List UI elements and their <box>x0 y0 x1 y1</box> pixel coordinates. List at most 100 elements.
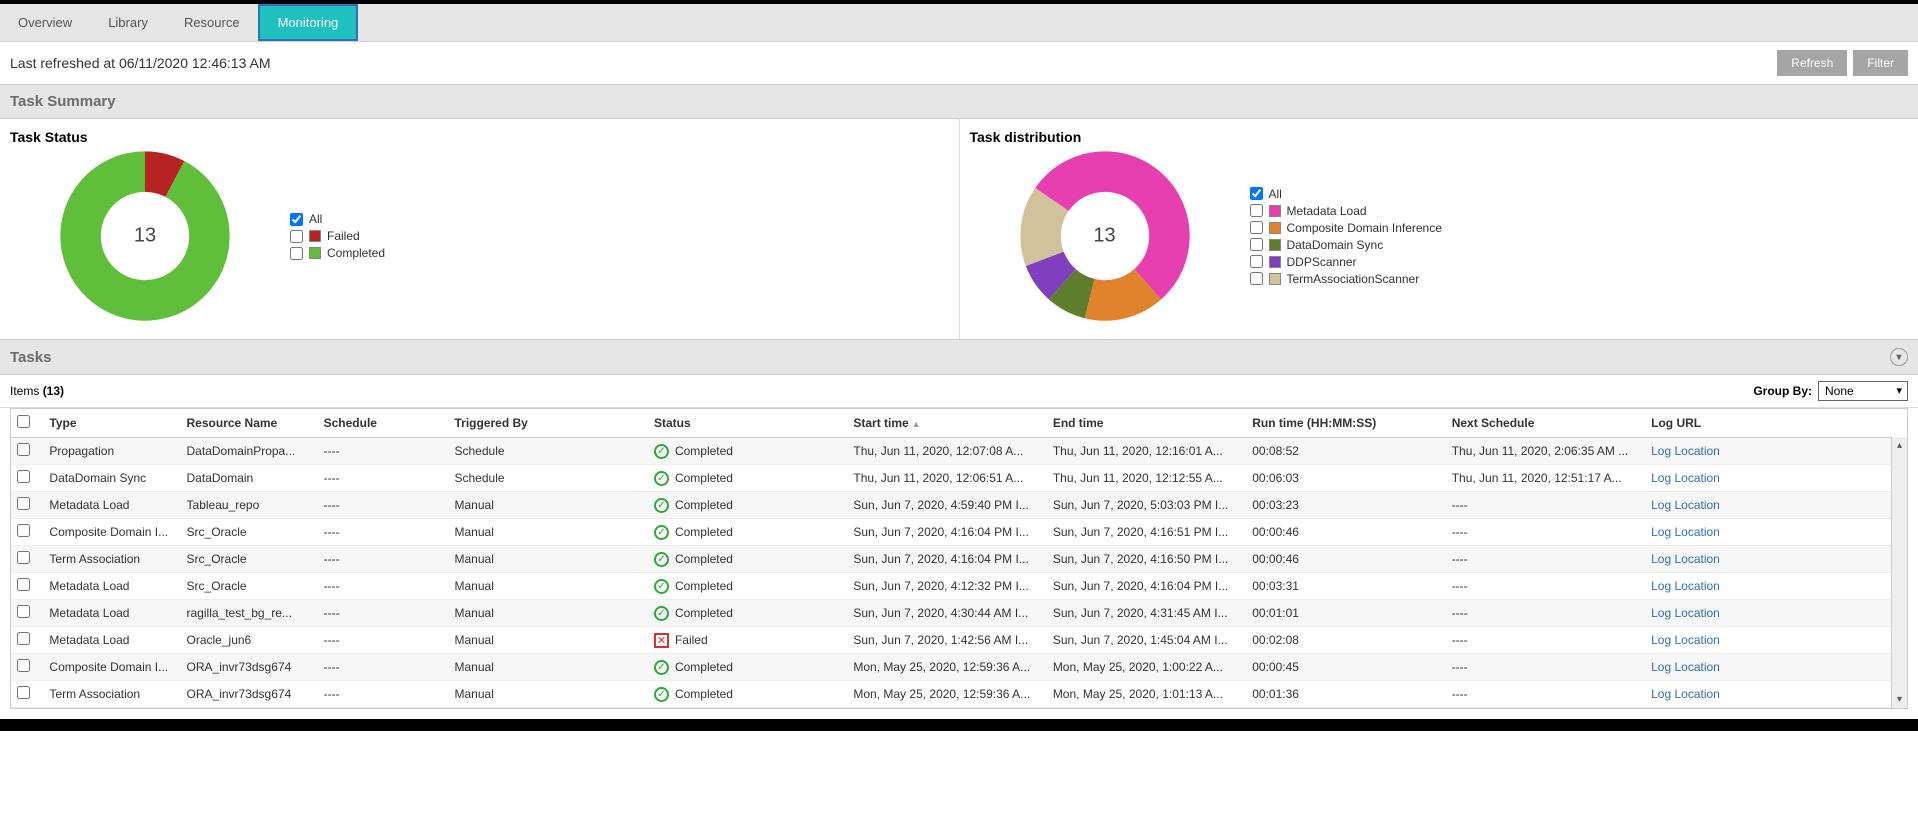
legend-item[interactable]: Composite Domain Inference <box>1250 221 1442 235</box>
cell-end: Thu, Jun 11, 2020, 12:16:01 A... <box>1047 438 1246 465</box>
legend-checkbox[interactable] <box>290 247 303 260</box>
row-checkbox[interactable] <box>17 524 30 537</box>
cell-triggered: Manual <box>449 546 648 573</box>
table-row[interactable]: Composite Domain I...ORA_invr73dsg674---… <box>11 654 1907 681</box>
filter-button[interactable]: Filter <box>1853 50 1908 76</box>
column-header[interactable]: Triggered By <box>449 409 648 438</box>
column-header[interactable]: Run time (HH:MM:SS) <box>1246 409 1445 438</box>
legend-item[interactable]: DDPScanner <box>1250 255 1442 269</box>
cell-status: ✕Failed <box>648 627 847 654</box>
cell-next: ---- <box>1446 627 1645 654</box>
log-location-link[interactable]: Log Location <box>1651 471 1720 485</box>
group-by-select[interactable]: None <box>1818 381 1908 401</box>
cell-schedule: ---- <box>318 546 449 573</box>
legend-checkbox[interactable] <box>1250 238 1263 251</box>
log-location-link[interactable]: Log Location <box>1651 606 1720 620</box>
legend-label: Completed <box>327 246 385 260</box>
cell-runtime: 00:03:31 <box>1246 573 1445 600</box>
table-scrollbar[interactable]: ▴ ▾ <box>1891 437 1907 708</box>
legend-all-checkbox[interactable] <box>290 213 303 226</box>
column-header[interactable] <box>11 409 43 438</box>
cell-schedule: ---- <box>318 492 449 519</box>
log-location-link[interactable]: Log Location <box>1651 444 1720 458</box>
column-header[interactable]: Type <box>43 409 180 438</box>
status-completed-icon: ✓ <box>654 471 669 486</box>
items-count: Items (13) <box>10 384 64 398</box>
table-row[interactable]: Metadata LoadOracle_jun6----Manual✕Faile… <box>11 627 1907 654</box>
table-row[interactable]: Term AssociationSrc_Oracle----Manual✓Com… <box>11 546 1907 573</box>
cell-runtime: 00:00:46 <box>1246 546 1445 573</box>
row-checkbox[interactable] <box>17 632 30 645</box>
row-checkbox[interactable] <box>17 470 30 483</box>
log-location-link[interactable]: Log Location <box>1651 633 1720 647</box>
tab-monitoring[interactable]: Monitoring <box>258 4 359 41</box>
log-location-link[interactable]: Log Location <box>1651 687 1720 701</box>
column-header[interactable]: Schedule <box>318 409 449 438</box>
window-bottom-border <box>0 719 1918 731</box>
cell-status: ✓Completed <box>648 519 847 546</box>
table-row[interactable]: Metadata Loadragilla_test_bg_re...----Ma… <box>11 600 1907 627</box>
table-body: PropagationDataDomainPropa...----Schedul… <box>11 438 1907 708</box>
row-checkbox[interactable] <box>17 686 30 699</box>
refresh-row: Last refreshed at 06/11/2020 12:46:13 AM… <box>0 42 1918 84</box>
log-location-link[interactable]: Log Location <box>1651 579 1720 593</box>
column-header[interactable]: Resource Name <box>181 409 318 438</box>
log-location-link[interactable]: Log Location <box>1651 552 1720 566</box>
column-header[interactable]: Start time▲ <box>847 409 1046 438</box>
row-checkbox[interactable] <box>17 605 30 618</box>
status-completed-icon: ✓ <box>654 687 669 702</box>
legend-item[interactable]: Failed <box>290 229 385 243</box>
table-row[interactable]: PropagationDataDomainPropa...----Schedul… <box>11 438 1907 465</box>
cell-checkbox <box>11 519 43 546</box>
select-all-checkbox[interactable] <box>17 415 30 428</box>
task-distribution-legend: All Metadata Load Composite Domain Inferen… <box>1250 184 1442 289</box>
column-header[interactable]: Status <box>648 409 847 438</box>
scroll-down-icon[interactable]: ▾ <box>1897 691 1902 708</box>
table-row[interactable]: DataDomain SyncDataDomain----Schedule✓Co… <box>11 465 1907 492</box>
row-checkbox[interactable] <box>17 578 30 591</box>
cell-start: Thu, Jun 11, 2020, 12:06:51 A... <box>847 465 1046 492</box>
legend-all-checkbox[interactable] <box>1250 187 1263 200</box>
legend-all[interactable]: All <box>1250 187 1442 201</box>
status-text: Completed <box>675 687 733 701</box>
row-checkbox[interactable] <box>17 443 30 456</box>
column-header[interactable]: Log URL <box>1645 409 1907 438</box>
status-text: Completed <box>675 471 733 485</box>
table-row[interactable]: Metadata LoadSrc_Oracle----Manual✓Comple… <box>11 573 1907 600</box>
tab-resource[interactable]: Resource <box>166 4 258 41</box>
cell-status: ✓ Completed <box>648 681 847 708</box>
cell-resource: Src_Oracle <box>181 573 318 600</box>
task-distribution-panel: Task distribution 13 AllMetadata LoadCom… <box>960 119 1918 339</box>
column-header[interactable]: Next Schedule <box>1446 409 1645 438</box>
table-row[interactable]: Metadata LoadTableau_repo----Manual✓Comp… <box>11 492 1907 519</box>
cell-type: Composite Domain I... <box>43 654 180 681</box>
legend-item[interactable]: Metadata Load <box>1250 204 1442 218</box>
legend-checkbox[interactable] <box>1250 221 1263 234</box>
legend-checkbox[interactable] <box>1250 255 1263 268</box>
legend-item[interactable]: TermAssociationScanner <box>1250 272 1442 286</box>
tab-library[interactable]: Library <box>90 4 166 41</box>
cell-end: Mon, May 25, 2020, 1:00:22 A... <box>1047 654 1246 681</box>
legend-checkbox[interactable] <box>1250 272 1263 285</box>
cell-runtime: 00:02:08 <box>1246 627 1445 654</box>
row-checkbox[interactable] <box>17 659 30 672</box>
log-location-link[interactable]: Log Location <box>1651 660 1720 674</box>
scroll-up-icon[interactable]: ▴ <box>1897 437 1902 454</box>
legend-checkbox[interactable] <box>1250 204 1263 217</box>
cell-resource: ORA_invr73dsg674 <box>181 681 318 708</box>
table-row[interactable]: Composite Domain I...Src_Oracle----Manua… <box>11 519 1907 546</box>
table-row[interactable]: Term AssociationORA_invr73dsg674----Manu… <box>11 681 1907 708</box>
column-header[interactable]: End time <box>1047 409 1246 438</box>
row-checkbox[interactable] <box>17 497 30 510</box>
log-location-link[interactable]: Log Location <box>1651 498 1720 512</box>
legend-item[interactable]: DataDomain Sync <box>1250 238 1442 252</box>
legend-all[interactable]: All <box>290 212 385 226</box>
collapse-icon[interactable]: ▾ <box>1890 348 1908 366</box>
legend-checkbox[interactable] <box>290 230 303 243</box>
row-checkbox[interactable] <box>17 551 30 564</box>
legend-item[interactable]: Completed <box>290 246 385 260</box>
section-tasks-title: Tasks <box>10 349 51 366</box>
refresh-button[interactable]: Refresh <box>1777 50 1847 76</box>
tab-overview[interactable]: Overview <box>0 4 90 41</box>
log-location-link[interactable]: Log Location <box>1651 525 1720 539</box>
